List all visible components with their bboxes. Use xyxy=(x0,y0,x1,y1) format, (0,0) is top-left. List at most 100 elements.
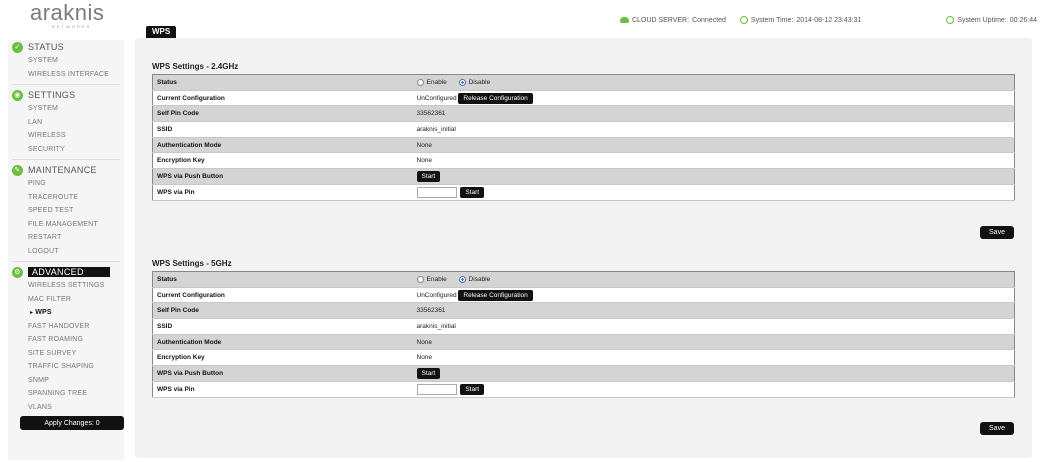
wps-pin-input[interactable] xyxy=(416,186,457,198)
top-status-bar: CLOUD SERVER: Connected System Time: 201… xyxy=(620,14,1037,26)
araknis-logo[interactable]: araknis NETWORKS xyxy=(30,2,120,32)
cloud-server-status: CLOUD SERVER: Connected xyxy=(620,17,726,24)
push-button-cell: Start xyxy=(412,168,1015,185)
status-value: Enable Disable xyxy=(412,271,1015,288)
auth-mode-value: None xyxy=(412,334,1015,351)
auth-mode-value: None xyxy=(412,137,1015,154)
disable-radio-label: Disable xyxy=(468,275,491,283)
enable-radio[interactable] xyxy=(416,78,424,86)
sidebar-section-advanced: ⚙ ADVANCED WIRELESS SETTINGS MAC FILTER … xyxy=(8,265,124,414)
sidebar-heading-advanced[interactable]: ⚙ ADVANCED xyxy=(8,265,124,279)
push-button-label: WPS via Push Button xyxy=(152,365,413,382)
gear-icon: ⚙ xyxy=(12,266,23,278)
status-label: Status xyxy=(152,74,413,91)
sidebar-item-mac-filter[interactable]: MAC FILTER xyxy=(8,293,124,307)
ssid-value: araknis_initial xyxy=(412,318,1015,335)
ssid-value: araknis_initial xyxy=(412,121,1015,138)
auth-mode-label: Authentication Mode xyxy=(152,137,413,154)
sidebar-item-speed-test[interactable]: SPEED TEST xyxy=(8,204,124,218)
status-value: Enable Disable xyxy=(412,74,1015,91)
enable-radio-label: Enable xyxy=(426,275,447,283)
encryption-key-label: Encryption Key xyxy=(152,349,413,367)
current-config-value: UnConfigured xyxy=(416,291,457,299)
table-row-wps-pin: WPS via Pin Start xyxy=(152,381,1015,398)
table-row-encryption-key: Encryption Key None xyxy=(152,152,1015,170)
disable-radio[interactable] xyxy=(458,275,466,283)
system-time-value: 2014-08-12 23:43:31 xyxy=(796,16,862,24)
wps-pin-label: WPS via Pin xyxy=(152,184,413,201)
table-row-current-config: Current Configuration UnConfigured Relea… xyxy=(152,287,1015,304)
system-time: System Time: 2014-08-12 23:43:31 xyxy=(739,16,862,24)
auth-mode-label: Authentication Mode xyxy=(152,334,413,351)
push-button-start-button[interactable]: Start xyxy=(416,170,441,182)
sidebar-item-ping[interactable]: PING xyxy=(8,177,124,191)
push-button-cell: Start xyxy=(412,365,1015,382)
settings-icon: ◉ xyxy=(12,89,23,101)
sidebar-item-wps[interactable]: WPS xyxy=(8,306,124,320)
encryption-key-label: Encryption Key xyxy=(152,152,413,170)
system-uptime: System Uptime: 00:26:44 xyxy=(946,16,1037,24)
sidebar-item-spanning-tree[interactable]: SPANNING TREE xyxy=(8,387,124,401)
sidebar-item-file-management[interactable]: FILE MANAGEMENT xyxy=(8,218,124,232)
logo-wordmark: araknis xyxy=(30,0,105,25)
sidebar-item-wireless[interactable]: WIRELESS xyxy=(8,129,124,143)
table-row-encryption-key: Encryption Key None xyxy=(152,349,1015,367)
wps-settings-table: Status Enable Disable Current Configurat… xyxy=(152,271,1015,398)
sidebar-item-status-system[interactable]: SYSTEM xyxy=(8,54,124,68)
sidebar-divider xyxy=(12,159,120,160)
sidebar-item-security[interactable]: SECURITY xyxy=(8,143,124,157)
wps-pin-start-button[interactable]: Start xyxy=(460,186,485,198)
current-config-cell: UnConfigured Release Configuration xyxy=(412,287,1015,304)
current-config-value: UnConfigured xyxy=(416,94,457,102)
sidebar-item-vlans[interactable]: VLANS xyxy=(8,401,124,415)
sidebar-item-site-survey[interactable]: SITE SURVEY xyxy=(8,347,124,361)
sidebar-section-maintenance: ✎ MAINTENANCE PING TRACEROUTE SPEED TEST… xyxy=(8,163,124,258)
sidebar-item-wireless-interface[interactable]: WIRELESS INTERFACE xyxy=(8,68,124,82)
table-row-self-pin: Self Pin Code 33562361 xyxy=(152,302,1015,320)
wrench-icon: ✎ xyxy=(12,164,23,176)
self-pin-value: 33562361 xyxy=(412,105,1015,123)
apply-changes-button[interactable]: Apply Changes: 0 xyxy=(20,416,124,430)
sidebar-item-wireless-settings[interactable]: WIRELESS SETTINGS xyxy=(8,279,124,293)
push-button-start-button[interactable]: Start xyxy=(416,367,441,379)
disable-radio-label: Disable xyxy=(468,78,491,86)
sidebar-item-snmp[interactable]: SNMP xyxy=(8,374,124,388)
uptime-clock-icon xyxy=(946,16,955,24)
table-row-ssid: SSID araknis_initial xyxy=(152,121,1015,138)
wps-section-5ghz: WPS Settings - 5GHz Status Enable Disabl… xyxy=(152,259,1015,398)
release-configuration-button[interactable]: Release Configuration xyxy=(458,289,533,301)
push-button-label: WPS via Push Button xyxy=(152,168,413,185)
ssid-label: SSID xyxy=(152,121,413,138)
sidebar-heading-status[interactable]: ✓ STATUS xyxy=(8,40,124,54)
wps-settings-table: Status Enable Disable Current Configurat… xyxy=(152,74,1015,201)
sidebar-item-logout[interactable]: LOGOUT xyxy=(8,245,124,259)
self-pin-label: Self Pin Code xyxy=(152,105,413,123)
sidebar-item-settings-system[interactable]: SYSTEM xyxy=(8,102,124,116)
sidebar-heading-settings[interactable]: ◉ SETTINGS xyxy=(8,88,124,102)
sidebar-item-traceroute[interactable]: TRACEROUTE xyxy=(8,191,124,205)
save-button-5ghz[interactable]: Save xyxy=(980,422,1014,435)
sidebar-item-restart[interactable]: RESTART xyxy=(8,231,124,245)
self-pin-value: 33562361 xyxy=(412,302,1015,320)
wps-pin-cell: Start xyxy=(412,184,1015,201)
release-configuration-button[interactable]: Release Configuration xyxy=(458,92,533,104)
check-icon: ✓ xyxy=(12,41,23,53)
sidebar-item-fast-roaming[interactable]: FAST ROAMING xyxy=(8,333,124,347)
enable-radio[interactable] xyxy=(416,275,424,283)
clock-icon xyxy=(739,16,748,24)
cloud-server-value: Connected xyxy=(692,16,726,24)
wps-pin-start-button[interactable]: Start xyxy=(460,383,485,395)
wps-pin-input[interactable] xyxy=(416,383,457,395)
table-row-status: Status Enable Disable xyxy=(152,271,1015,288)
sidebar-item-lan[interactable]: LAN xyxy=(8,116,124,130)
disable-radio[interactable] xyxy=(458,78,466,86)
current-config-label: Current Configuration xyxy=(152,90,413,107)
sidebar-item-traffic-shaping[interactable]: TRAFFIC SHAPING xyxy=(8,360,124,374)
sidebar-item-fast-handover[interactable]: FAST HANDOVER xyxy=(8,320,124,334)
sidebar-heading-maintenance[interactable]: ✎ MAINTENANCE xyxy=(8,163,124,177)
table-row-auth-mode: Authentication Mode None xyxy=(152,137,1015,154)
save-button-24ghz[interactable]: Save xyxy=(980,226,1014,239)
encryption-key-value: None xyxy=(412,349,1015,367)
sidebar-divider xyxy=(12,84,120,85)
self-pin-label: Self Pin Code xyxy=(152,302,413,320)
